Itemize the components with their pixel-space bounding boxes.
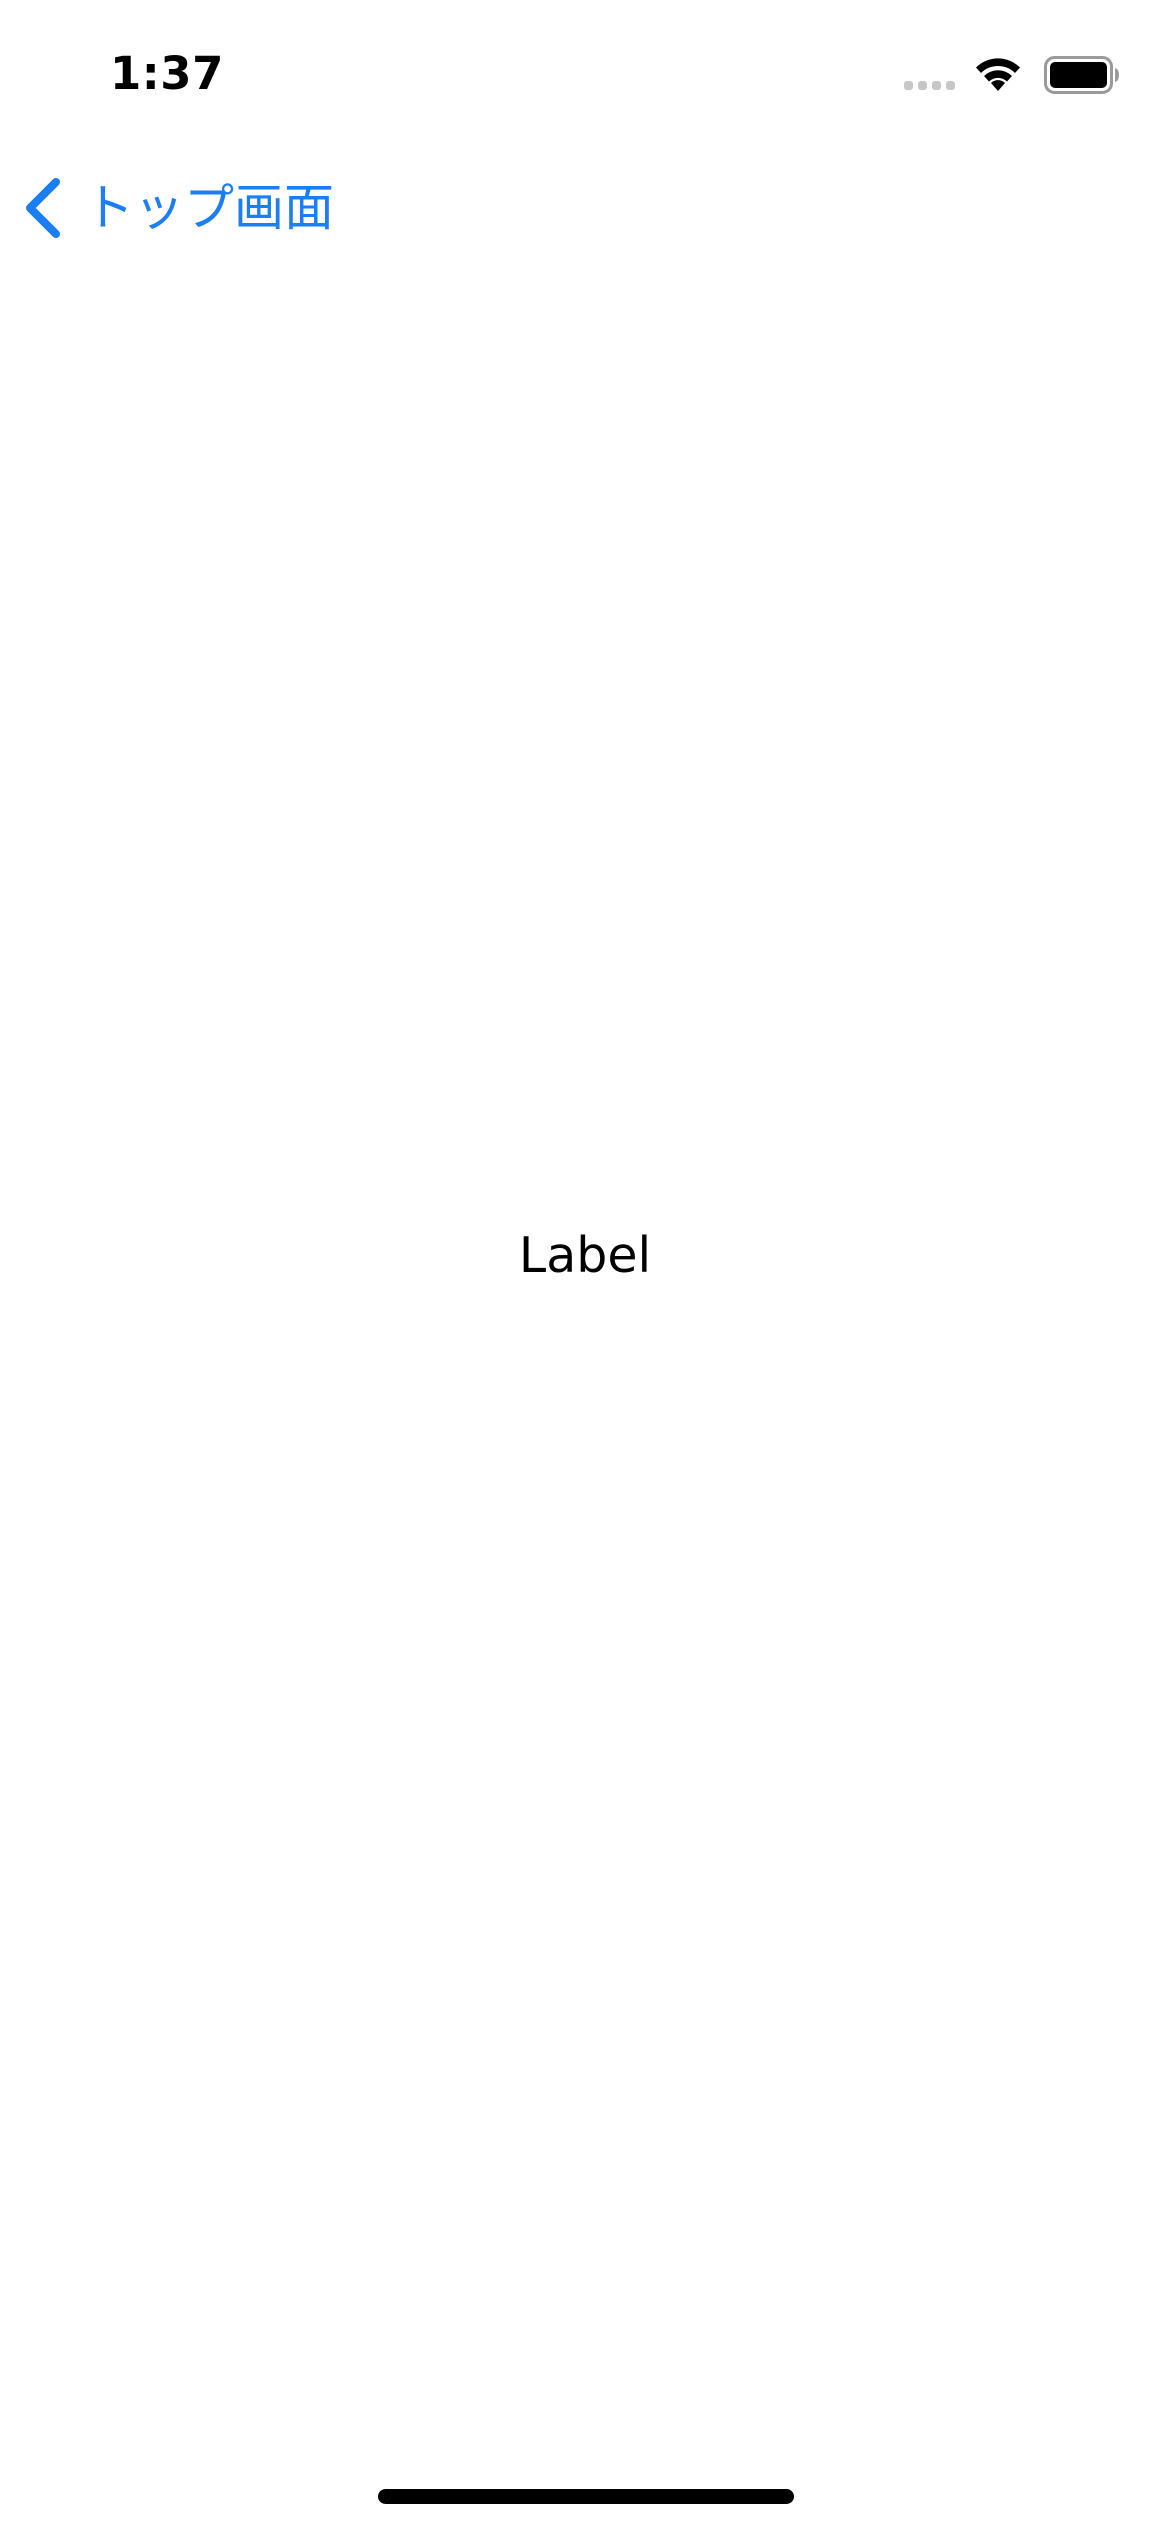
wifi-icon	[976, 58, 1020, 91]
back-button-label: トップ画面	[84, 179, 334, 237]
back-button[interactable]: トップ画面	[22, 172, 334, 244]
status-time: 1:37	[110, 47, 224, 100]
home-indicator[interactable]	[378, 2489, 794, 2504]
signal-icon	[904, 81, 955, 90]
navigation-bar: トップ画面	[0, 150, 1170, 265]
battery-icon	[1044, 56, 1119, 94]
status-icons	[904, 52, 1120, 98]
chevron-left-icon	[26, 178, 60, 238]
center-label: Label	[518, 1227, 652, 1284]
screen: 1:37 トップ画面 Label	[0, 0, 1170, 2532]
status-bar: 1:37	[0, 0, 1170, 150]
